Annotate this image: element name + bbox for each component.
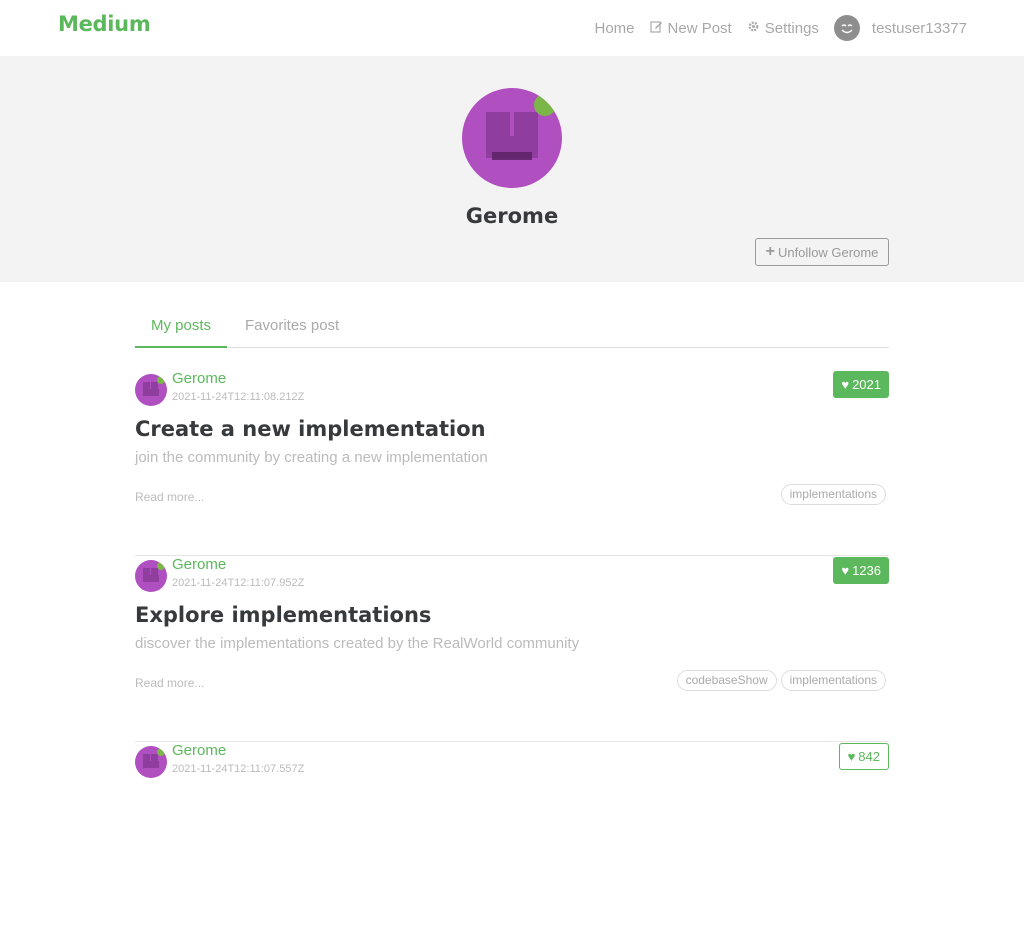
heart-icon: ♥ [841, 563, 850, 578]
unfollow-button[interactable]: + Unfollow Gerome [755, 238, 889, 266]
profile-tabs: My posts Favorites post [135, 304, 889, 348]
gear-icon [747, 20, 760, 37]
unfollow-button-label: Unfollow Gerome [777, 244, 879, 260]
tag-pill[interactable]: implementations [780, 670, 886, 691]
edit-icon [649, 20, 663, 37]
heart-icon: ♥ [847, 749, 856, 764]
favorite-count: 842 [858, 749, 880, 764]
article-date: 2021-11-24T12:11:07.557Z [172, 763, 305, 775]
profile-banner: Gerome + Unfollow Gerome [0, 56, 1024, 282]
brand-logo[interactable]: Medium [58, 12, 151, 36]
nav-new-post-label: New Post [667, 19, 732, 37]
nav-links: Home New Post Settings testuser13377 [580, 0, 967, 56]
nav-settings-label: Settings [764, 19, 819, 37]
author-name[interactable]: Gerome [172, 370, 226, 387]
profile-avatar [462, 88, 562, 188]
article-description: join the community by creating a new imp… [135, 449, 488, 466]
user-avatar [833, 15, 860, 41]
nav-settings[interactable]: Settings [747, 20, 819, 37]
nav-profile[interactable]: testuser13377 [833, 15, 967, 41]
tag-pill[interactable]: codebaseShow [676, 670, 777, 691]
author-name[interactable]: Gerome [172, 742, 226, 759]
verified-badge-icon [157, 376, 165, 384]
author-avatar[interactable] [135, 560, 167, 592]
read-more-link[interactable]: Read more... [135, 490, 204, 504]
tag-list: implementations [777, 484, 886, 505]
favorite-count: 2021 [852, 377, 881, 392]
heart-icon: ♥ [841, 377, 850, 392]
favorite-count: 1236 [852, 563, 881, 578]
nav-new-post[interactable]: New Post [649, 19, 732, 37]
article-date: 2021-11-24T12:11:07.952Z [172, 577, 305, 589]
plus-icon: + [765, 243, 775, 260]
article-title[interactable]: Create a new implementation [135, 417, 486, 441]
tab-my-posts[interactable]: My posts [135, 304, 228, 348]
verified-badge-icon [157, 748, 165, 756]
article-description: discover the implementations created by … [135, 635, 580, 652]
verified-badge-icon [534, 94, 556, 116]
tag-pill[interactable]: implementations [780, 484, 886, 505]
navbar: Medium Home New Post Settings testuser13… [0, 0, 1024, 56]
author-avatar[interactable] [135, 746, 167, 778]
read-more-link[interactable]: Read more... [135, 676, 204, 690]
tag-list: codebaseShow implementations [673, 670, 886, 691]
favorite-button[interactable]: ♥ 842 [838, 743, 889, 770]
verified-badge-icon [157, 562, 165, 570]
nav-home[interactable]: Home [595, 20, 635, 37]
nav-home-label: Home [594, 19, 635, 37]
article-preview: Gerome 2021-11-24T12:11:07.557Z ♥ 842 [135, 742, 889, 928]
profile-name: Gerome [465, 204, 559, 228]
author-name[interactable]: Gerome [172, 556, 226, 573]
article-preview: Gerome 2021-11-24T12:11:07.952Z ♥ 1236 E… [135, 556, 889, 742]
favorite-button[interactable]: ♥ 2021 [833, 371, 889, 398]
article-preview: Gerome 2021-11-24T12:11:08.212Z ♥ 2021 C… [135, 370, 889, 556]
favorite-button[interactable]: ♥ 1236 [833, 557, 889, 584]
tab-favorites-post[interactable]: Favorites post [229, 304, 355, 348]
article-title[interactable]: Explore implementations [135, 603, 431, 627]
article-date: 2021-11-24T12:11:08.212Z [172, 391, 305, 403]
author-avatar[interactable] [135, 374, 167, 406]
nav-username: testuser13377 [871, 19, 967, 37]
